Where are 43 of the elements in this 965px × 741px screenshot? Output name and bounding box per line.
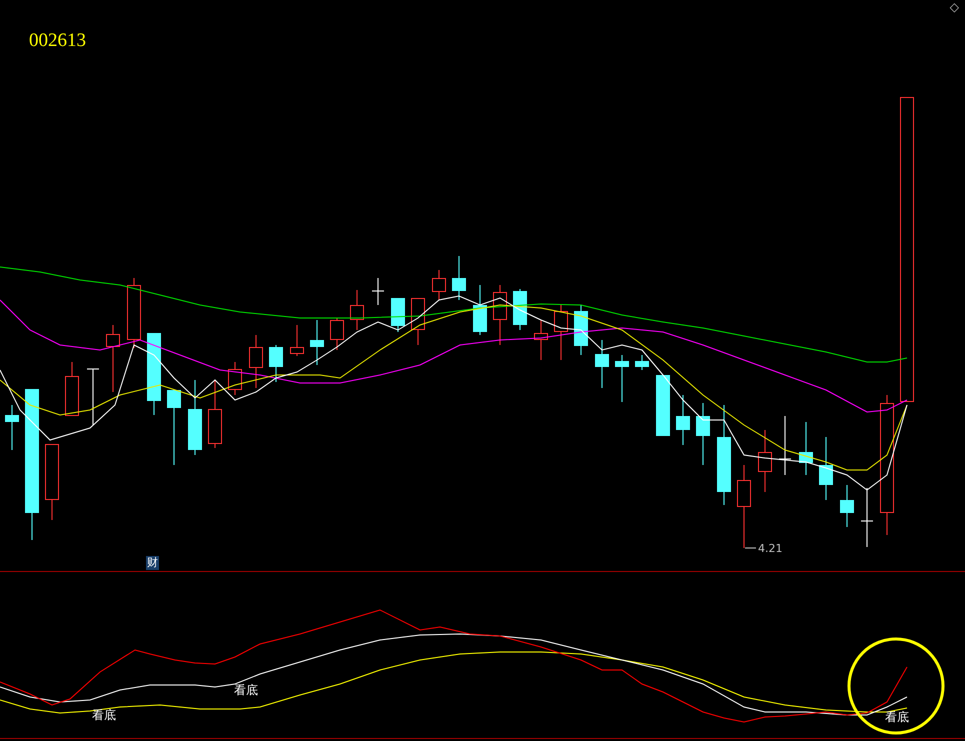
- candlestick: [493, 284, 507, 346]
- candlestick: [432, 270, 446, 300]
- corner-symbol[interactable]: ◇: [950, 0, 959, 14]
- candlestick: [65, 362, 79, 416]
- candlestick: [513, 288, 527, 330]
- candlestick: [473, 284, 487, 336]
- candlestick: [676, 394, 690, 446]
- candlestick: [860, 488, 874, 548]
- signal-label: 看底: [92, 708, 116, 722]
- candlestick: [290, 324, 304, 356]
- candlestick: [310, 320, 324, 366]
- finance-badge[interactable]: 财: [146, 556, 159, 570]
- candlestick: [799, 422, 813, 476]
- candlestick: [452, 256, 466, 300]
- candlestick: [127, 278, 141, 348]
- stock-code: 002613: [29, 30, 86, 52]
- candlestick: [840, 484, 854, 528]
- candlestick: [86, 368, 100, 426]
- candlestick: [656, 374, 670, 436]
- candlestick: [819, 436, 833, 500]
- candlestick: [269, 344, 283, 382]
- candlestick: [330, 318, 344, 350]
- candlestick: [534, 320, 548, 360]
- candlestick: [778, 416, 792, 476]
- candlestick: [411, 298, 425, 346]
- candlestick: [350, 290, 364, 330]
- signal-label: 看底: [885, 710, 909, 724]
- candlestick: [574, 304, 588, 356]
- candlestick: [696, 402, 710, 466]
- candlestick: [554, 304, 568, 360]
- candlestick: [391, 298, 405, 332]
- candlestick: [758, 430, 772, 492]
- low-price-label: 4.21: [758, 542, 782, 555]
- candlestick: [615, 354, 629, 402]
- candlestick: [372, 278, 384, 306]
- candlestick: [249, 334, 263, 388]
- signal-label: 看底: [234, 683, 258, 697]
- candlestick: [208, 380, 222, 448]
- candlestick: [5, 404, 19, 450]
- candlestick: [635, 354, 649, 370]
- candlestick: [228, 362, 242, 396]
- candlestick: [595, 340, 609, 388]
- candlestick: [106, 324, 120, 392]
